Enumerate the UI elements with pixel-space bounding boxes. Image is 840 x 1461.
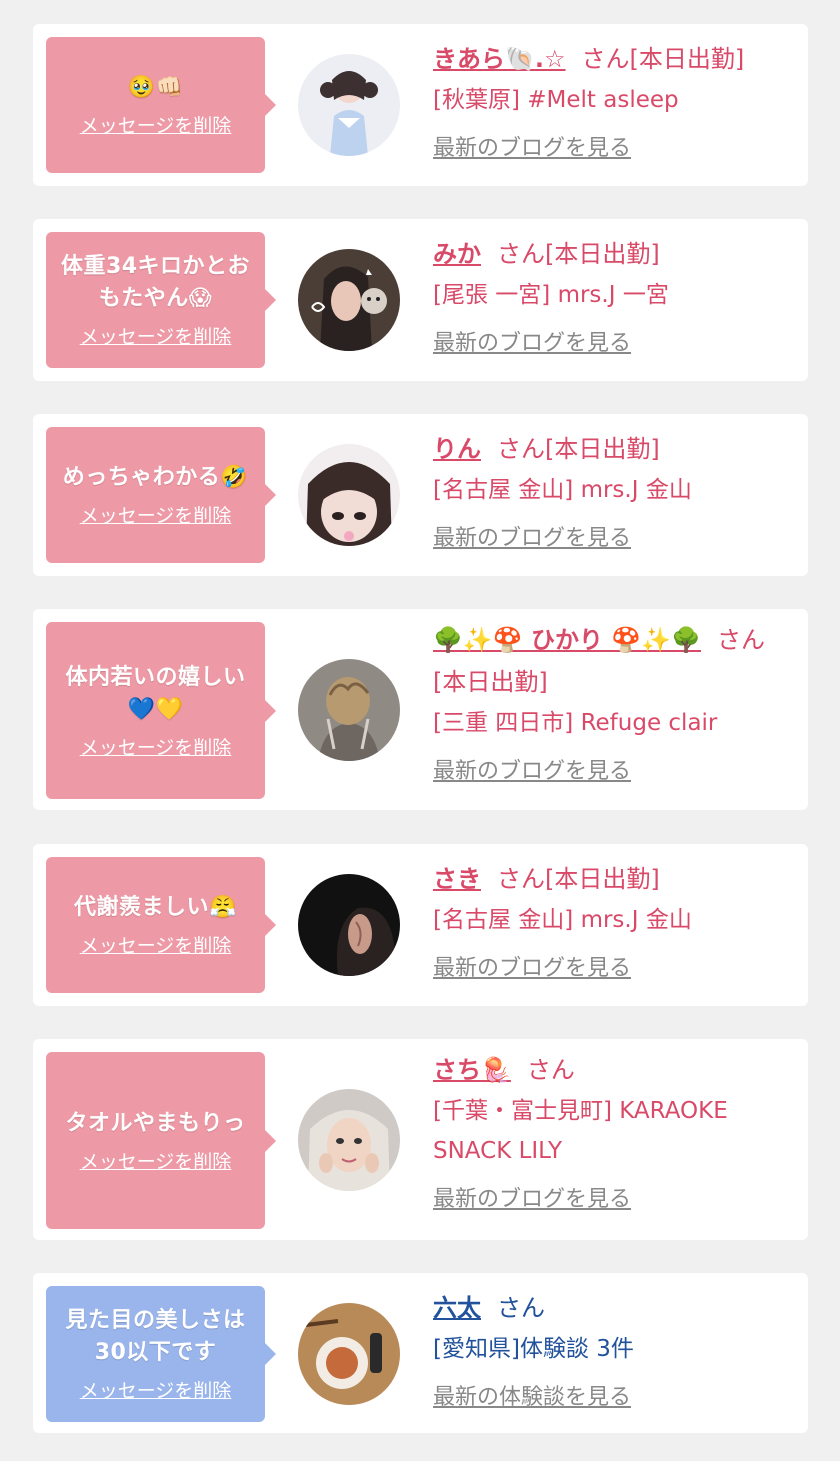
message-text: 🥹👊🏻: [127, 75, 184, 100]
user-name-link[interactable]: 六太: [433, 1294, 481, 1322]
message-text: 体重34キロかとおもたやん😱: [60, 254, 251, 311]
avatar[interactable]: [298, 54, 400, 156]
avatar[interactable]: [298, 1089, 400, 1191]
message-card: タオルやまもりっ メッセージを削除 さち🪼 さん [千葉・富士見町] KARAOK…: [33, 1039, 808, 1240]
message-text: 代謝羨ましい😤: [74, 895, 237, 920]
girl-name-link[interactable]: りん: [433, 435, 481, 463]
latest-blog-link[interactable]: 最新のブログを見る: [433, 1185, 783, 1215]
message-bubble: 代謝羨ましい😤 メッセージを削除: [46, 857, 276, 993]
message-bubble: 体内若いの嬉しい💙💛 メッセージを削除: [46, 622, 276, 799]
girl-name-link[interactable]: きあら🐚.☆: [433, 45, 566, 73]
message-card: 代謝羨ましい😤 メッセージを削除 さき さん[本日出勤] [名古屋 金山] mrs…: [33, 844, 808, 1006]
message-text: 体内若いの嬉しい💙💛: [65, 664, 246, 722]
latest-blog-link[interactable]: 最新のブログを見る: [433, 954, 783, 984]
name-suffix: さん[本日出勤]: [497, 865, 660, 893]
message-card: 体重34キロかとおもたやん😱 メッセージを削除 みか さん[本日出勤] [尾張 一…: [33, 219, 808, 381]
review-info: [愛知県]体験談 3件: [433, 1336, 634, 1362]
message-text: 見た目の美しさは30以下です: [65, 1308, 246, 1365]
avatar[interactable]: [298, 1303, 400, 1405]
shop-info: [千葉・富士見町] KARAOKE SNACK LILY: [433, 1098, 728, 1164]
message-card: めっちゃわかる🤣 メッセージを削除 りん さん[本日出勤] [名古屋 金山] mr…: [33, 414, 808, 576]
name-suffix: さん: [497, 1294, 545, 1322]
avatar[interactable]: [298, 659, 400, 761]
girl-name-link[interactable]: みか: [433, 240, 481, 268]
message-card: 見た目の美しさは30以下です メッセージを削除 六太 さん [愛知県]体験談 3件…: [33, 1273, 808, 1433]
message-card: 体内若いの嬉しい💙💛 メッセージを削除 🌳✨🍄 ひかり 🍄✨🌳 さん[本日出勤] …: [33, 609, 808, 810]
delete-message-link[interactable]: メッセージを削除: [80, 1379, 232, 1403]
name-suffix: さん[本日出勤]: [497, 435, 660, 463]
latest-blog-link[interactable]: 最新のブログを見る: [433, 134, 783, 164]
girl-name-link[interactable]: さち🪼: [433, 1056, 511, 1084]
message-bubble: タオルやまもりっ メッセージを削除: [46, 1052, 276, 1229]
shop-info: [尾張 一宮] mrs.J 一宮: [433, 282, 669, 308]
message-bubble: 見た目の美しさは30以下です メッセージを削除: [46, 1286, 276, 1422]
message-bubble: めっちゃわかる🤣 メッセージを削除: [46, 427, 276, 563]
latest-blog-link[interactable]: 最新のブログを見る: [433, 329, 783, 359]
shop-info: [名古屋 金山] mrs.J 金山: [433, 477, 692, 503]
message-bubble: 🥹👊🏻 メッセージを削除: [46, 37, 276, 173]
shop-info: [三重 四日市] Refuge clair: [433, 710, 718, 736]
shop-info: [名古屋 金山] mrs.J 金山: [433, 907, 692, 933]
message-card: 🥹👊🏻 メッセージを削除 きあら🐚.☆ さん[本日出勤] [秋葉原] #Melt …: [33, 24, 808, 186]
girl-name-link[interactable]: さき: [433, 865, 481, 893]
name-suffix: さん: [526, 1056, 575, 1084]
delete-message-link[interactable]: メッセージを削除: [80, 504, 232, 528]
avatar[interactable]: [298, 249, 400, 351]
delete-message-link[interactable]: メッセージを削除: [80, 934, 232, 958]
message-text: タオルやまもりっ: [65, 1110, 246, 1136]
latest-blog-link[interactable]: 最新のブログを見る: [433, 524, 783, 554]
avatar[interactable]: [298, 444, 400, 546]
delete-message-link[interactable]: メッセージを削除: [80, 736, 232, 760]
delete-message-link[interactable]: メッセージを削除: [80, 114, 232, 138]
latest-blog-link[interactable]: 最新のブログを見る: [433, 757, 783, 787]
name-suffix: さん[本日出勤]: [581, 45, 745, 73]
name-suffix: さん[本日出勤]: [497, 240, 660, 268]
avatar[interactable]: [298, 874, 400, 976]
latest-review-link[interactable]: 最新の体験談を見る: [433, 1383, 783, 1413]
girl-name-link[interactable]: 🌳✨🍄 ひかり 🍄✨🌳: [433, 626, 701, 654]
shop-info: [秋葉原] #Melt asleep: [433, 87, 679, 113]
message-bubble: 体重34キロかとおもたやん😱 メッセージを削除: [46, 232, 276, 368]
delete-message-link[interactable]: メッセージを削除: [80, 325, 232, 349]
message-text: めっちゃわかる🤣: [62, 465, 249, 490]
delete-message-link[interactable]: メッセージを削除: [80, 1150, 232, 1174]
